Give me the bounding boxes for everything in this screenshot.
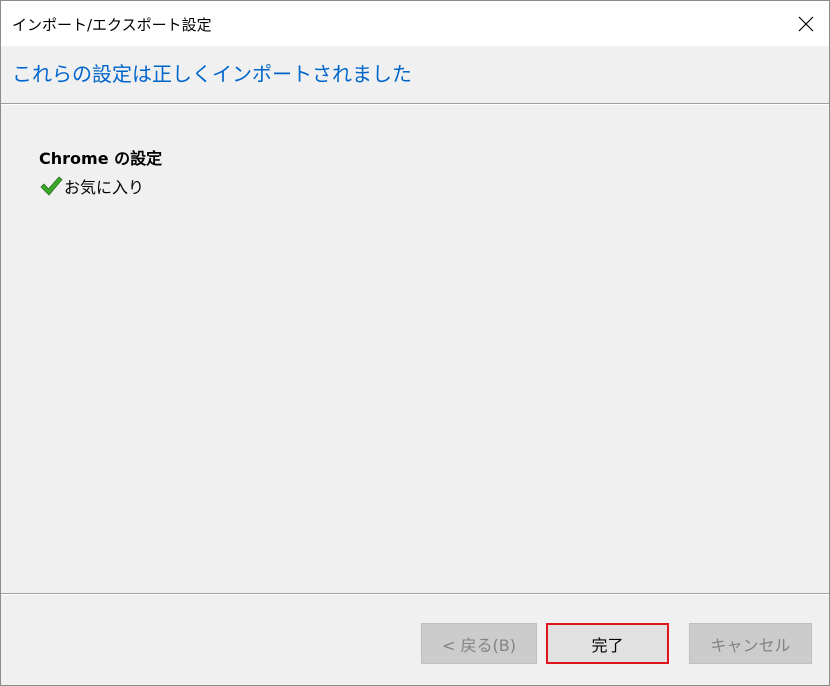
result-label-favorites: お気に入り xyxy=(64,178,145,197)
footer-divider xyxy=(1,593,829,595)
finish-button[interactable]: 完了 xyxy=(546,623,669,664)
cancel-button[interactable]: キャンセル xyxy=(689,623,812,664)
list-item: お気に入り xyxy=(39,175,144,197)
close-icon xyxy=(798,16,814,31)
wizard-header: これらの設定は正しくインポートされました xyxy=(1,46,829,103)
close-button[interactable] xyxy=(783,1,829,46)
window-title: インポート/エクスポート設定 xyxy=(12,16,212,34)
page-title: これらの設定は正しくインポートされました xyxy=(12,62,412,86)
section-heading: Chrome の設定 xyxy=(39,149,163,168)
back-button[interactable]: < 戻る(B) xyxy=(421,623,537,664)
import-export-dialog: インポート/エクスポート設定 これらの設定は正しくインポートされました Chro… xyxy=(0,0,830,686)
wizard-content: Chrome の設定 お気に入り xyxy=(1,105,829,593)
checkmark-icon xyxy=(40,176,63,196)
title-bar: インポート/エクスポート設定 xyxy=(1,1,829,46)
